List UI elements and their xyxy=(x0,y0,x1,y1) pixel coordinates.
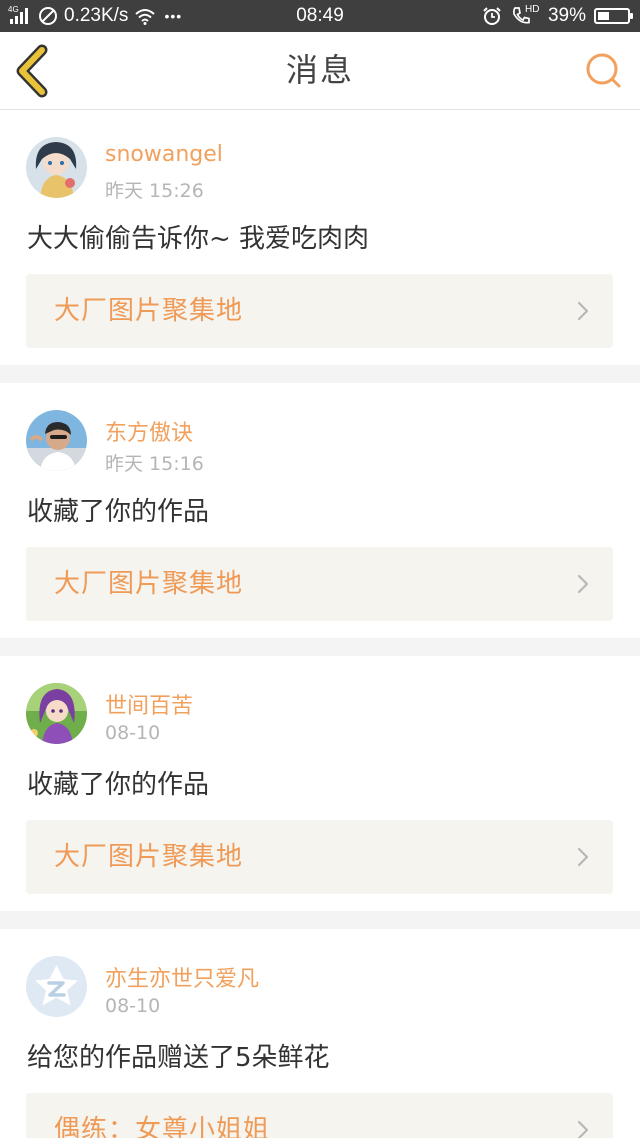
work-link[interactable]: 偶练：女尊小姐姐 xyxy=(26,1093,613,1138)
anime-avatar-icon xyxy=(26,137,87,198)
avatar[interactable] xyxy=(26,410,87,471)
message-card: snowangel 昨天 15:26 大大偷偷告诉你~ 我爱吃肉肉 大厂图片聚集… xyxy=(0,110,640,365)
avatar[interactable] xyxy=(26,956,87,1017)
work-link[interactable]: 大厂图片聚集地 xyxy=(26,274,613,348)
chevron-right-icon xyxy=(577,1120,589,1138)
search-icon xyxy=(586,53,621,88)
hd-call-icon: HD xyxy=(510,4,540,27)
username[interactable]: 亦生亦世只爱凡 xyxy=(105,961,259,993)
chevron-right-icon xyxy=(577,847,589,867)
message-card: 东方傲诀 昨天 15:16 收藏了你的作品 大厂图片聚集地 xyxy=(0,383,640,638)
header: 消息 xyxy=(0,32,640,110)
message-text: 收藏了你的作品 xyxy=(27,770,210,800)
work-link[interactable]: 大厂图片聚集地 xyxy=(26,820,613,894)
timestamp: 08-10 xyxy=(105,722,161,744)
message-text: 收藏了你的作品 xyxy=(27,497,210,527)
battery-level xyxy=(598,12,609,20)
alarm-icon xyxy=(483,7,501,25)
hd-label: HD xyxy=(524,4,540,15)
work-title: 大厂图片聚集地 xyxy=(54,569,244,599)
message-card: 亦生亦世只爱凡 08-10 给您的作品赠送了5朵鲜花 偶练：女尊小姐姐 xyxy=(0,929,640,1138)
photo-avatar-icon xyxy=(26,410,87,471)
username[interactable]: 东方傲诀 xyxy=(105,415,193,447)
timestamp: 昨天 15:26 xyxy=(105,180,204,202)
work-title: 大厂图片聚集地 xyxy=(54,842,244,872)
timestamp: 昨天 15:16 xyxy=(105,453,204,475)
chevron-right-icon xyxy=(577,574,589,594)
work-link[interactable]: 大厂图片聚集地 xyxy=(26,547,613,621)
message-card: 世间百苦 08-10 收藏了你的作品 大厂图片聚集地 xyxy=(0,656,640,911)
battery-percent: 39% xyxy=(547,5,586,26)
chevron-right-icon xyxy=(577,301,589,321)
work-title: 大厂图片聚集地 xyxy=(54,296,244,326)
default-avatar-icon xyxy=(26,956,87,1017)
avatar[interactable] xyxy=(26,683,87,744)
timestamp: 08-10 xyxy=(105,995,161,1017)
message-text: 大大偷偷告诉你~ 我爱吃肉肉 xyxy=(27,224,370,254)
username[interactable]: snowangel xyxy=(105,142,223,167)
avatar[interactable] xyxy=(26,137,87,198)
username[interactable]: 世间百苦 xyxy=(105,688,193,720)
message-text: 给您的作品赠送了5朵鲜花 xyxy=(27,1043,330,1073)
page-title: 消息 xyxy=(285,51,354,89)
anime-avatar-icon xyxy=(26,683,87,744)
battery-icon xyxy=(594,8,633,24)
work-title: 偶练：女尊小姐姐 xyxy=(54,1115,271,1138)
search-button[interactable] xyxy=(582,49,626,93)
status-bar: 4G 0.23K/s ••• 08:49 HD 39% xyxy=(0,0,640,32)
